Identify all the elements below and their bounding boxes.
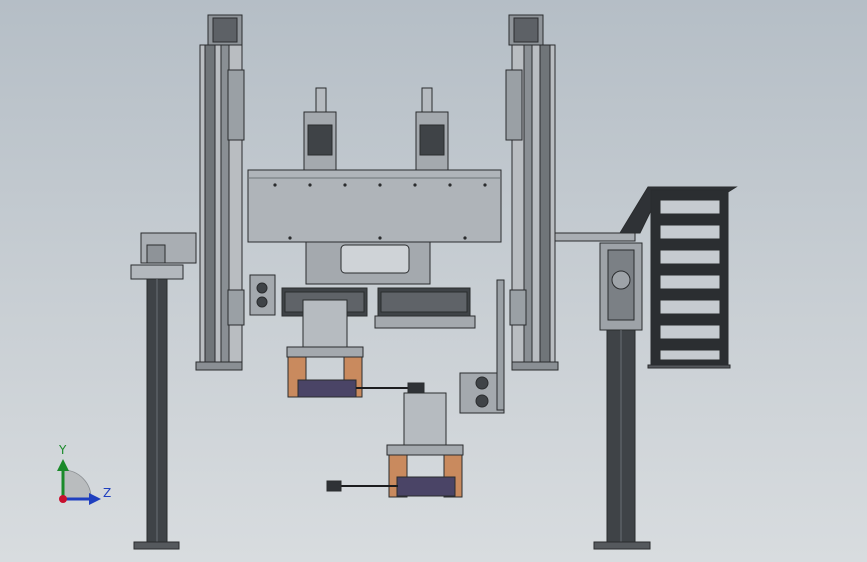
y-axis-arrow-icon <box>57 459 69 471</box>
right-linear-module <box>505 14 559 371</box>
assembly-drawing <box>57 14 738 550</box>
cad-viewport[interactable]: Y Z <box>0 0 867 562</box>
right-cylinder-bank <box>374 287 476 329</box>
lower-gripper <box>326 392 464 498</box>
z-axis-arrow-icon <box>89 493 101 505</box>
x-axis-origin-icon <box>59 495 67 503</box>
triad-y-label: Y <box>59 443 67 457</box>
view-orientation-triad <box>57 459 101 505</box>
left-support-post <box>130 232 197 550</box>
right-spindle-motor <box>415 87 449 171</box>
triad-z-label: Z <box>103 486 112 500</box>
right-support-post <box>554 232 651 550</box>
left-linear-module <box>195 14 245 371</box>
left-spindle-motor <box>303 87 337 171</box>
main-mounting-plate <box>247 169 502 285</box>
